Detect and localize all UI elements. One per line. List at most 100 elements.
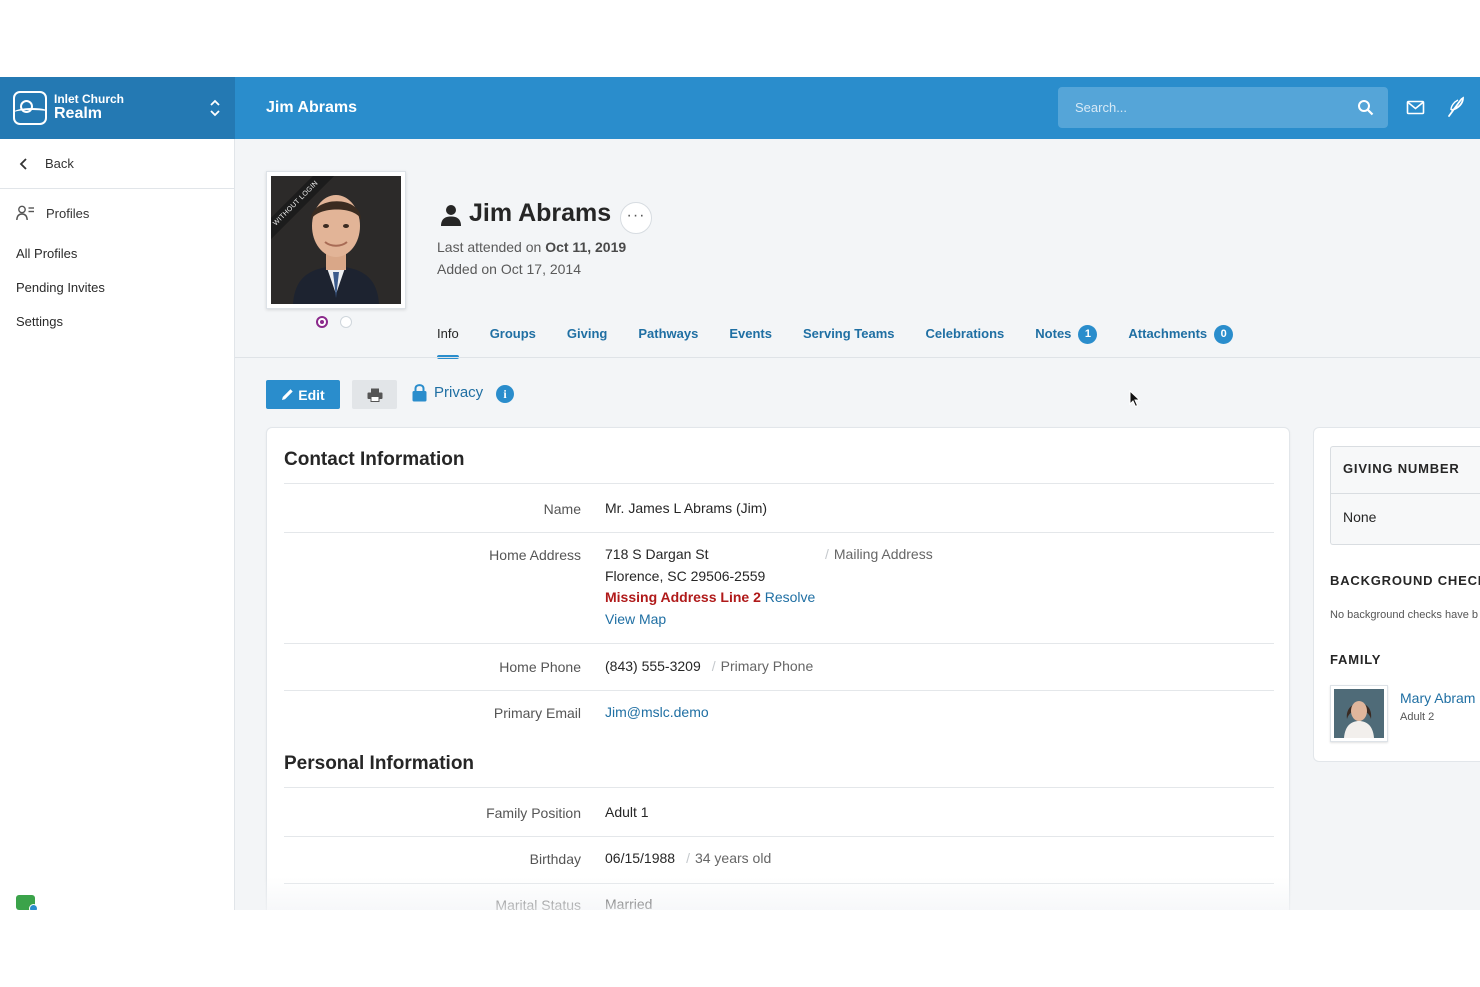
print-icon [367, 388, 382, 402]
address-line-2: Florence, SC 29506-2559 [605, 567, 766, 584]
sidebar-item-all-profiles[interactable]: All Profiles [16, 246, 77, 261]
search-icon[interactable] [1357, 99, 1374, 116]
divider [284, 883, 1274, 884]
photo-carousel-dot-2[interactable] [340, 316, 352, 328]
edit-label: Edit [298, 386, 325, 403]
divider [284, 483, 1274, 484]
profile-photo-image: WITHOUT LOGIN [271, 176, 401, 304]
back-label: Back [45, 156, 74, 171]
lock-icon [412, 384, 427, 402]
mail-icon[interactable] [1406, 99, 1425, 116]
age-tag: 34 years old [694, 850, 772, 866]
added-date: Added on Oct 17, 2014 [437, 261, 581, 277]
photo-carousel-dot-1[interactable] [316, 316, 328, 328]
family-position-value: Adult 1 [605, 804, 649, 820]
app-name: Realm [54, 104, 103, 122]
tab-events[interactable]: Events [729, 311, 772, 357]
marital-status-value: Married [605, 896, 653, 910]
sidebar: Back Profiles All Profiles Pending Invit… [0, 139, 235, 910]
sidebar-item-settings[interactable]: Settings [16, 314, 63, 329]
tab-pathways[interactable]: Pathways [638, 311, 698, 357]
org-name: Inlet Church [54, 92, 125, 107]
name-label: Name [543, 501, 581, 517]
sidebar-section-profiles: Profiles [16, 205, 89, 221]
phone-type-tag: Primary Phone [720, 658, 814, 674]
primary-email-label: Primary Email [493, 705, 581, 721]
sidebar-item-pending-invites[interactable]: Pending Invites [16, 280, 105, 295]
tab-giving[interactable]: Giving [567, 311, 607, 357]
family-member-link[interactable]: Mary Abram [1400, 690, 1475, 706]
profile-photo[interactable]: WITHOUT LOGIN [266, 171, 406, 309]
family-member-position: Adult 2 [1400, 711, 1435, 723]
feather-icon[interactable] [1445, 96, 1465, 118]
background-check-title: BACKGROUND CHECK [1330, 573, 1480, 588]
tab-celebrations[interactable]: Celebrations [926, 311, 1005, 357]
address-warning: Missing Address Line 2 [605, 589, 761, 605]
home-address-value: 718 S Dargan St Florence, SC 29506-2559 … [605, 544, 815, 630]
person-icon [441, 205, 461, 226]
name-value: Mr. James L Abrams (Jim) [605, 500, 768, 516]
edit-button[interactable]: Edit [266, 380, 340, 409]
view-map-link[interactable]: View Map [605, 609, 815, 631]
more-icon: ··· [626, 207, 646, 224]
address-warning-row: Missing Address Line 2 Resolve [605, 587, 815, 609]
tab-notes[interactable]: Notes 1 [1035, 311, 1098, 357]
back-link[interactable]: Back [0, 139, 234, 189]
org-switcher[interactable]: Inlet Church Realm [0, 77, 235, 139]
primary-email-link[interactable]: Jim@mslc.demo [605, 702, 709, 724]
giving-number-value: None [1343, 509, 1377, 525]
brand-text: Inlet Church Realm [54, 93, 124, 122]
divider [284, 836, 1274, 837]
chevron-left-icon [19, 157, 27, 170]
more-options-button[interactable]: ··· [620, 202, 652, 234]
privacy-link[interactable]: Privacy [412, 383, 483, 402]
divider [284, 690, 1274, 691]
tab-serving-teams[interactable]: Serving Teams [803, 311, 895, 357]
divider [284, 643, 1274, 644]
divider [284, 532, 1274, 533]
tab-info[interactable]: Info [437, 311, 459, 359]
background-check-note: No background checks have b [1330, 609, 1478, 621]
address-type-tag: / Mailing Address [825, 546, 933, 562]
birthday-value: 06/15/1988/34 years old [605, 850, 772, 866]
chat-widget-icon[interactable] [16, 895, 38, 910]
pencil-icon [282, 389, 293, 400]
last-attended-date: Oct 11, 2019 [545, 239, 627, 255]
contact-section-title: Contact Information [284, 449, 465, 470]
giving-number-title: GIVING NUMBER [1343, 461, 1460, 476]
birthday-label: Birthday [529, 851, 581, 867]
profile-tabs: Info Groups Giving Pathways Events Servi… [437, 311, 1264, 359]
info-card: Contact Information Name Mr. James L Abr… [266, 427, 1290, 910]
divider [284, 787, 1274, 788]
giving-number-box: GIVING NUMBER None [1330, 446, 1480, 545]
print-button[interactable] [352, 380, 397, 409]
sidebar-section-label: Profiles [46, 205, 90, 221]
tab-groups[interactable]: Groups [490, 311, 536, 357]
home-phone-label: Home Phone [499, 659, 581, 675]
search-input[interactable] [1058, 87, 1348, 128]
last-attended: Last attended on Oct 11, 2019 [437, 239, 627, 255]
family-title: FAMILY [1330, 652, 1382, 667]
app-window: Inlet Church Realm Jim Abrams Search... … [0, 77, 1480, 910]
address-line-1: 718 S Dargan St [605, 546, 709, 562]
realm-logo-icon [13, 91, 47, 125]
marital-status-label: Marital Status [495, 897, 581, 910]
info-icon[interactable]: i [496, 385, 514, 403]
attachments-count-badge: 0 [1214, 324, 1234, 344]
notes-count-badge: 1 [1078, 324, 1098, 344]
tab-attachments[interactable]: Attachments 0 [1128, 311, 1234, 357]
search-box [1058, 87, 1388, 128]
side-panel: GIVING NUMBER None BACKGROUND CHECK No b… [1313, 427, 1480, 762]
chevron-updown-icon [210, 99, 220, 117]
home-phone-value: (843) 555-3209/Primary Phone [605, 658, 814, 674]
family-member-avatar[interactable] [1330, 685, 1388, 742]
personal-section-title: Personal Information [284, 753, 475, 774]
resolve-link[interactable]: Resolve [765, 589, 816, 605]
mouse-cursor-icon [1129, 390, 1141, 408]
privacy-label: Privacy [434, 384, 484, 401]
family-position-label: Family Position [486, 805, 581, 821]
top-bar: Inlet Church Realm Jim Abrams [0, 77, 1480, 139]
home-address-label: Home Address [489, 547, 581, 563]
profiles-icon [16, 205, 34, 221]
page-title: Jim Abrams [266, 99, 357, 116]
